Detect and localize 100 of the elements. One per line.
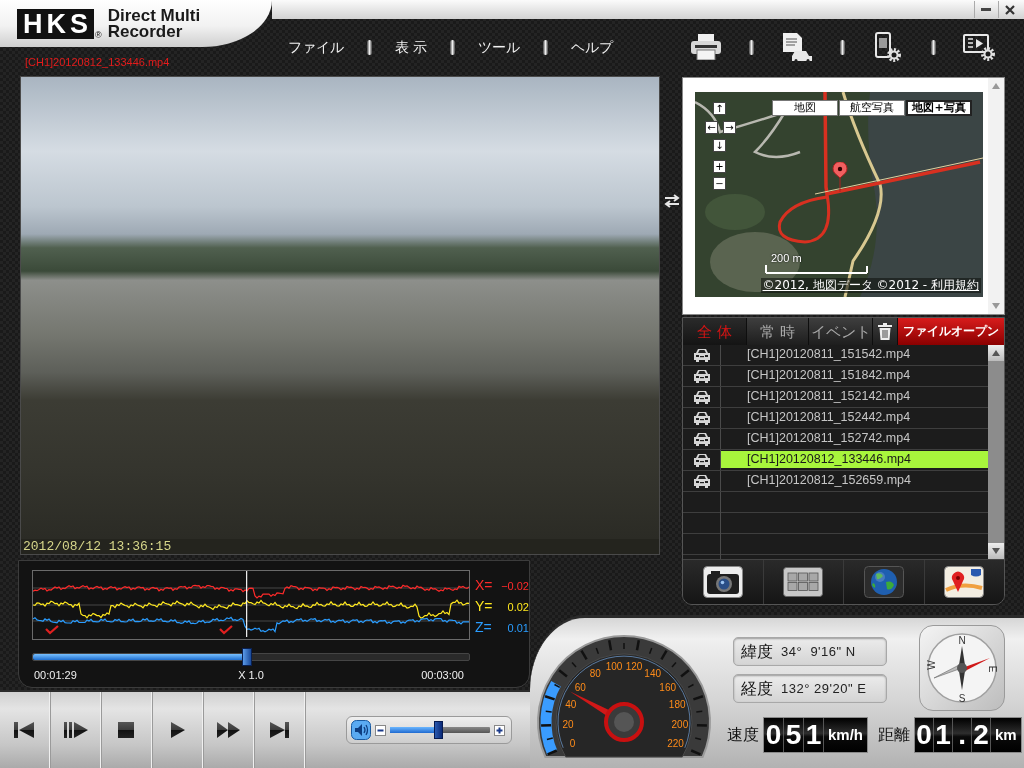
scroll-down-button[interactable] (988, 543, 1004, 559)
delete-button[interactable] (873, 318, 898, 345)
speaker-button[interactable] (351, 720, 371, 740)
map-pin-icon (832, 162, 848, 192)
minus-icon (375, 724, 386, 736)
car-icon (691, 473, 712, 489)
menu-item[interactable]: ヘルプ (571, 38, 614, 56)
map-nav-button[interactable]: → (723, 121, 736, 134)
swap-icon (664, 193, 680, 209)
compass-letter: S (958, 693, 966, 704)
map-type-button[interactable]: 地図+写真 (906, 100, 972, 116)
map-nav-button[interactable]: ↓ (713, 139, 726, 152)
volume-up-button[interactable] (494, 724, 505, 736)
device-gear-icon (875, 32, 901, 62)
camera-icon (702, 566, 743, 598)
globe-button[interactable] (863, 566, 904, 598)
axis-label: Z= (475, 619, 492, 636)
car-icon (691, 347, 712, 363)
total-time: 00:03:00 (421, 669, 465, 682)
coordinate-label: 緯度 (741, 642, 773, 661)
distance-digit: 2 (972, 718, 991, 752)
compass-letter: W (926, 660, 937, 670)
coordinate-value: 34° 9'16" N (781, 644, 856, 659)
file-list-item[interactable]: [CH1]20120811_152442.mp4 (721, 409, 988, 426)
menu-item[interactable]: ツール (478, 38, 521, 56)
distance-label: 距離 (878, 726, 910, 744)
swap-button[interactable] (664, 193, 680, 209)
distance-digit: 1 (934, 718, 953, 752)
file-list-item[interactable]: [CH1]20120811_152742.mp4 (721, 430, 988, 447)
speed-scale-label: 120 (625, 661, 643, 673)
check-icon (45, 625, 59, 635)
file-list-item[interactable]: [CH1]20120812_133446.mp4 (721, 451, 988, 468)
open-file-button[interactable]: ファイルオープン (898, 318, 1004, 345)
speed-scale-label: 60 (574, 681, 586, 693)
speed-scale-label: 40 (565, 699, 577, 711)
axis-label: Y= (475, 598, 493, 614)
volume-track[interactable] (390, 721, 490, 739)
distance-digit: . (953, 718, 972, 752)
speed-scale-label: 140 (644, 668, 662, 680)
scrollbar[interactable] (988, 345, 1004, 559)
speed-label: 速度 (727, 726, 759, 744)
triangle-up-icon (992, 83, 1000, 89)
file-list-item[interactable]: [CH1]20120811_152142.mp4 (721, 388, 988, 405)
volume-thumb[interactable] (434, 721, 443, 739)
toolbar-separator (749, 39, 754, 55)
triangle-down-icon (992, 548, 1000, 554)
map-nav-button[interactable]: + (713, 160, 726, 173)
map-attribution: ©2012, 地図データ ©2012 - 利用規約 (760, 278, 981, 293)
axis-reading: 0.01 (507, 622, 529, 636)
map-nav-button[interactable]: ← (705, 121, 718, 134)
snapshot-button[interactable] (702, 566, 743, 598)
menu-separator (450, 39, 456, 55)
elapsed-time: 00:01:29 (33, 669, 77, 682)
product-name: Direct Multi Recorder (107, 7, 201, 40)
menu-item[interactable]: 表 示 (395, 38, 428, 56)
filter-tab[interactable]: イベント (809, 318, 873, 345)
seek-thumb[interactable] (241, 648, 252, 666)
speaker-icon (351, 720, 371, 740)
coordinate-label: 経度 (741, 679, 773, 698)
map-pin-icon (944, 566, 985, 598)
axis-reading: −0.02 (501, 579, 529, 593)
car-icon (691, 389, 712, 405)
map-nav-button[interactable]: − (713, 177, 726, 190)
car-icon (691, 410, 712, 426)
compass-letter: N (958, 635, 966, 646)
filter-tab[interactable]: 常 時 (747, 318, 809, 345)
speed-scale-label: 100 (605, 661, 623, 673)
menu-separator (367, 39, 372, 55)
speed-scale-label: 180 (668, 699, 686, 711)
volume-down-button[interactable] (375, 724, 386, 736)
map-button[interactable] (944, 566, 985, 598)
close-icon (1004, 4, 1015, 15)
map-type-button[interactable]: 航空写真 (839, 100, 905, 116)
speed-scale-label: 80 (589, 668, 601, 680)
report-button[interactable] (780, 30, 814, 64)
multi-view-button[interactable] (783, 567, 824, 597)
axis-reading: 0.02 (507, 601, 529, 614)
minimize-icon (980, 8, 991, 11)
speed-digit: 5 (784, 718, 804, 752)
scroll-up-button[interactable] (988, 345, 1004, 361)
speed-scale-label: 20 (562, 718, 574, 730)
pause-play-icon (62, 719, 90, 741)
menu-separator (543, 39, 549, 55)
distance-digit: 0 (915, 718, 934, 752)
map-type-button[interactable]: 地図 (772, 100, 838, 116)
document-car-icon (781, 32, 813, 62)
check-icon (219, 625, 233, 635)
toolbar-separator (840, 39, 845, 55)
car-icon (691, 431, 712, 447)
menu-item[interactable]: ファイル (288, 38, 344, 56)
speed-scale-label: 160 (659, 681, 677, 693)
compass-rose-icon (927, 633, 997, 703)
playback-rate: X 1.0 (238, 669, 264, 682)
file-list-item[interactable]: [CH1]20120811_151542.mp4 (721, 346, 988, 363)
registered-mark: ® (95, 30, 102, 40)
seek-track[interactable] (32, 648, 470, 666)
file-list-item[interactable]: [CH1]20120812_152659.mp4 (721, 472, 988, 489)
current-file-name: [CH1]20120812_133446.mp4 (25, 56, 170, 69)
file-list-item[interactable]: [CH1]20120811_151842.mp4 (721, 367, 988, 384)
map-nav-button[interactable]: ↑ (713, 102, 726, 115)
